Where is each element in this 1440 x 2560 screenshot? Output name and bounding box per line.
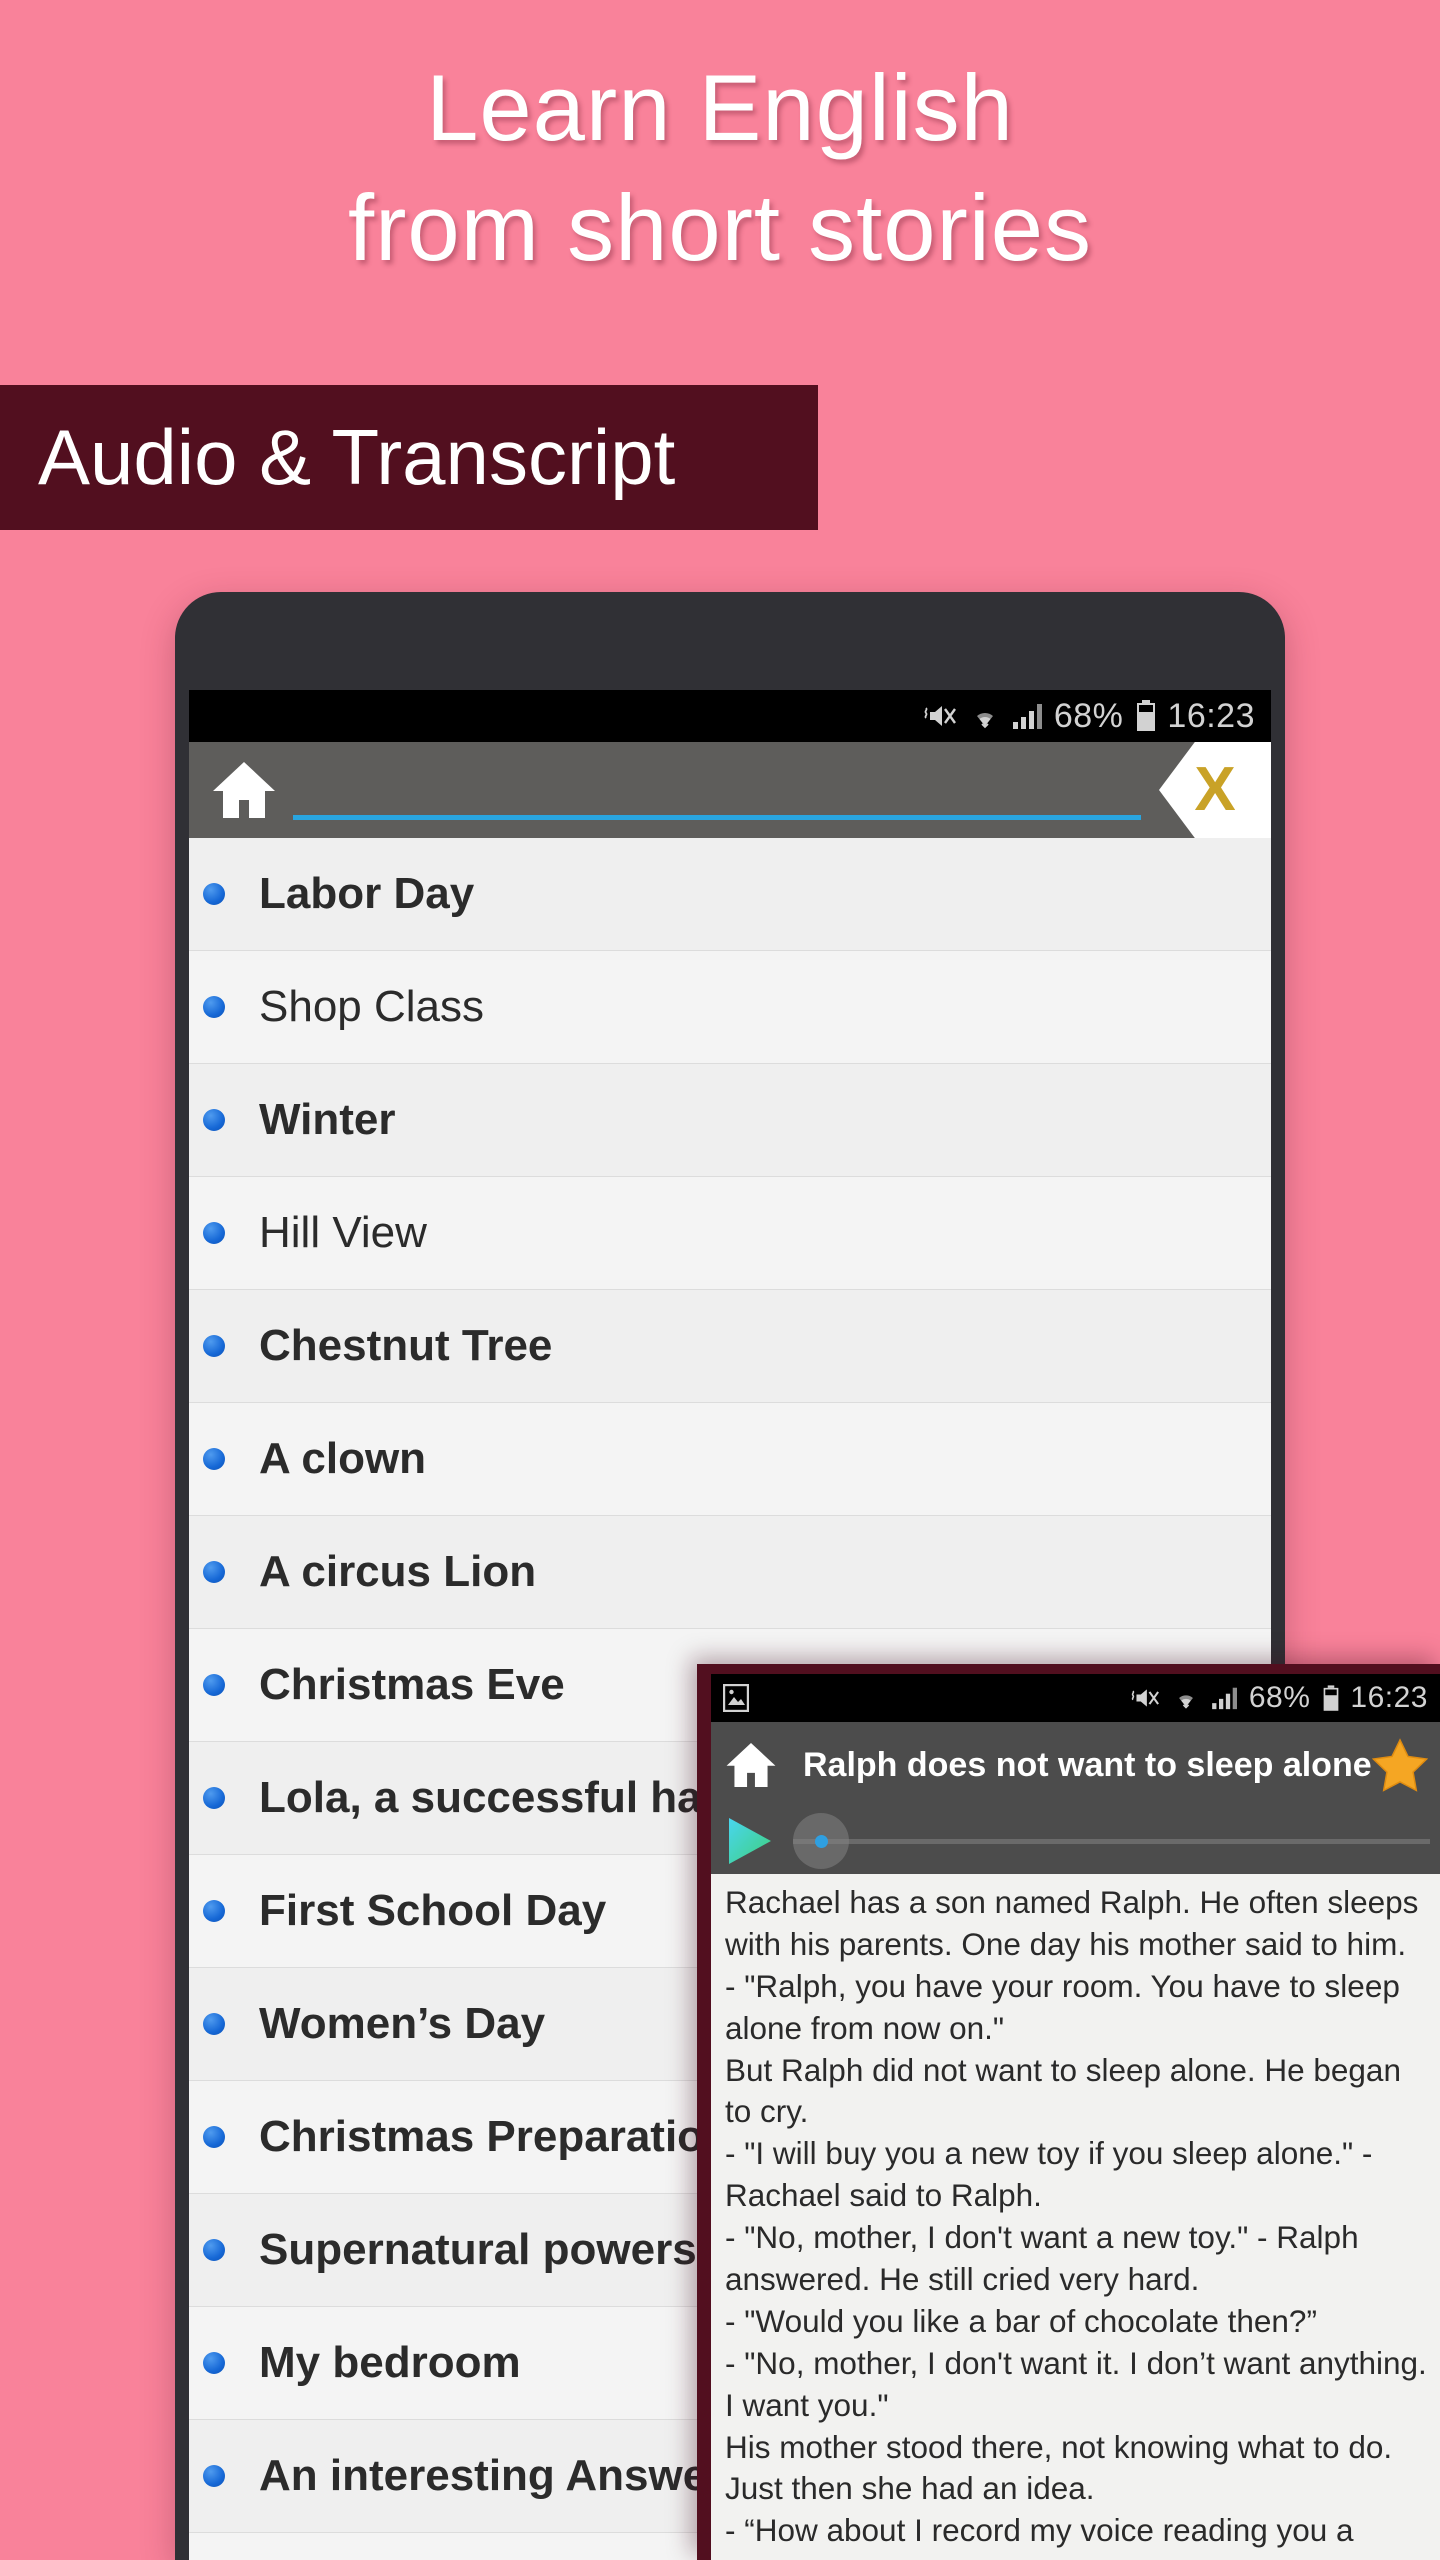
bullet-icon [203, 996, 225, 1018]
bullet-icon [203, 2352, 225, 2374]
story-list-item[interactable]: Hill View [189, 1177, 1271, 1290]
wifi-icon [970, 701, 1000, 731]
story-list-item-label: Chestnut Tree [259, 1321, 553, 1370]
bullet-icon [203, 2126, 225, 2148]
story-list-item-label: Christmas Preparation [259, 2112, 731, 2161]
front-status-bar: 68% 16:23 [711, 1674, 1440, 1722]
close-label: X [1194, 755, 1236, 824]
star-icon[interactable] [1371, 1738, 1428, 1792]
bullet-icon [203, 1335, 225, 1357]
front-device-screen: 68% 16:23 Ralph does not want to sleep a… [711, 1674, 1440, 2560]
story-list-item[interactable]: Labor Day [189, 838, 1271, 951]
story-list-item[interactable]: A circus Lion [189, 1516, 1271, 1629]
bullet-icon [203, 2239, 225, 2261]
bullet-icon [203, 2465, 225, 2487]
promo-banner: Audio & Transcript [0, 385, 818, 530]
seek-thumb[interactable] [793, 1813, 849, 1869]
close-button[interactable]: X [1159, 742, 1271, 838]
audio-player-bar [711, 1808, 1440, 1874]
bullet-icon [203, 1448, 225, 1470]
play-triangle-icon[interactable] [723, 1815, 777, 1867]
story-list-item-label: Shop Class [259, 982, 485, 1031]
mute-vibrate-icon [924, 701, 958, 731]
seek-slider[interactable] [793, 1813, 1430, 1869]
wifi-icon [1173, 1685, 1199, 1711]
clock-label: 16:23 [1350, 1681, 1428, 1714]
promo-banner-label: Audio & Transcript [38, 413, 676, 501]
mute-vibrate-icon [1131, 1685, 1161, 1711]
story-list-item-label: Labor Day [259, 869, 475, 918]
gallery-image-icon [723, 1684, 749, 1712]
story-list-item-label: Christmas Eve [259, 1660, 565, 1709]
back-status-bar: 68% 16:23 [189, 690, 1271, 742]
story-list-item-label: My bedroom [259, 2338, 521, 2387]
bullet-icon [203, 1561, 225, 1583]
story-list-item-label: Hill View [259, 1208, 427, 1257]
story-list-item[interactable]: Shop Class [189, 951, 1271, 1064]
battery-percent-label: 68% [1053, 696, 1124, 735]
story-title: Ralph does not want to sleep alone [803, 1745, 1372, 1784]
story-list-item[interactable]: Chestnut Tree [189, 1290, 1271, 1403]
page-title: Learn English from short stories [347, 55, 1093, 281]
front-device-frame: 68% 16:23 Ralph does not want to sleep a… [697, 1664, 1440, 2560]
search-input[interactable] [293, 772, 1141, 820]
bullet-icon [203, 1900, 225, 1922]
story-list-item[interactable]: Winter [189, 1064, 1271, 1177]
bullet-icon [203, 883, 225, 905]
bullet-icon [203, 1222, 225, 1244]
story-list-item-label: An interesting Answer [259, 2451, 725, 2500]
back-toolbar: X [189, 742, 1271, 838]
story-list-item-label: Winter [259, 1095, 396, 1144]
signal-bars-icon [1211, 1686, 1239, 1710]
seek-track [793, 1838, 1430, 1844]
battery-icon [1322, 1684, 1340, 1712]
bullet-icon [203, 2013, 225, 2035]
story-list-item-label: A circus Lion [259, 1547, 537, 1596]
battery-icon [1135, 700, 1157, 732]
signal-bars-icon [1012, 702, 1044, 730]
bullet-icon [203, 1109, 225, 1131]
story-list-item-label: Women’s Day [259, 1999, 546, 2048]
story-list-item-label: A clown [259, 1434, 427, 1483]
front-toolbar: Ralph does not want to sleep alone [711, 1722, 1440, 1808]
clock-label: 16:23 [1167, 696, 1255, 735]
battery-percent-label: 68% [1248, 1681, 1311, 1714]
home-icon[interactable] [211, 759, 277, 821]
bullet-icon [203, 1674, 225, 1696]
story-list-item[interactable]: A clown [189, 1403, 1271, 1516]
transcript-text: Rachael has a son named Ralph. He often … [711, 1874, 1440, 2560]
story-list-item-label: Supernatural powers [259, 2225, 697, 2274]
home-icon[interactable] [725, 1740, 777, 1790]
story-list-item-label: First School Day [259, 1886, 607, 1935]
search-field-wrapper[interactable] [293, 760, 1141, 820]
bullet-icon [203, 1787, 225, 1809]
